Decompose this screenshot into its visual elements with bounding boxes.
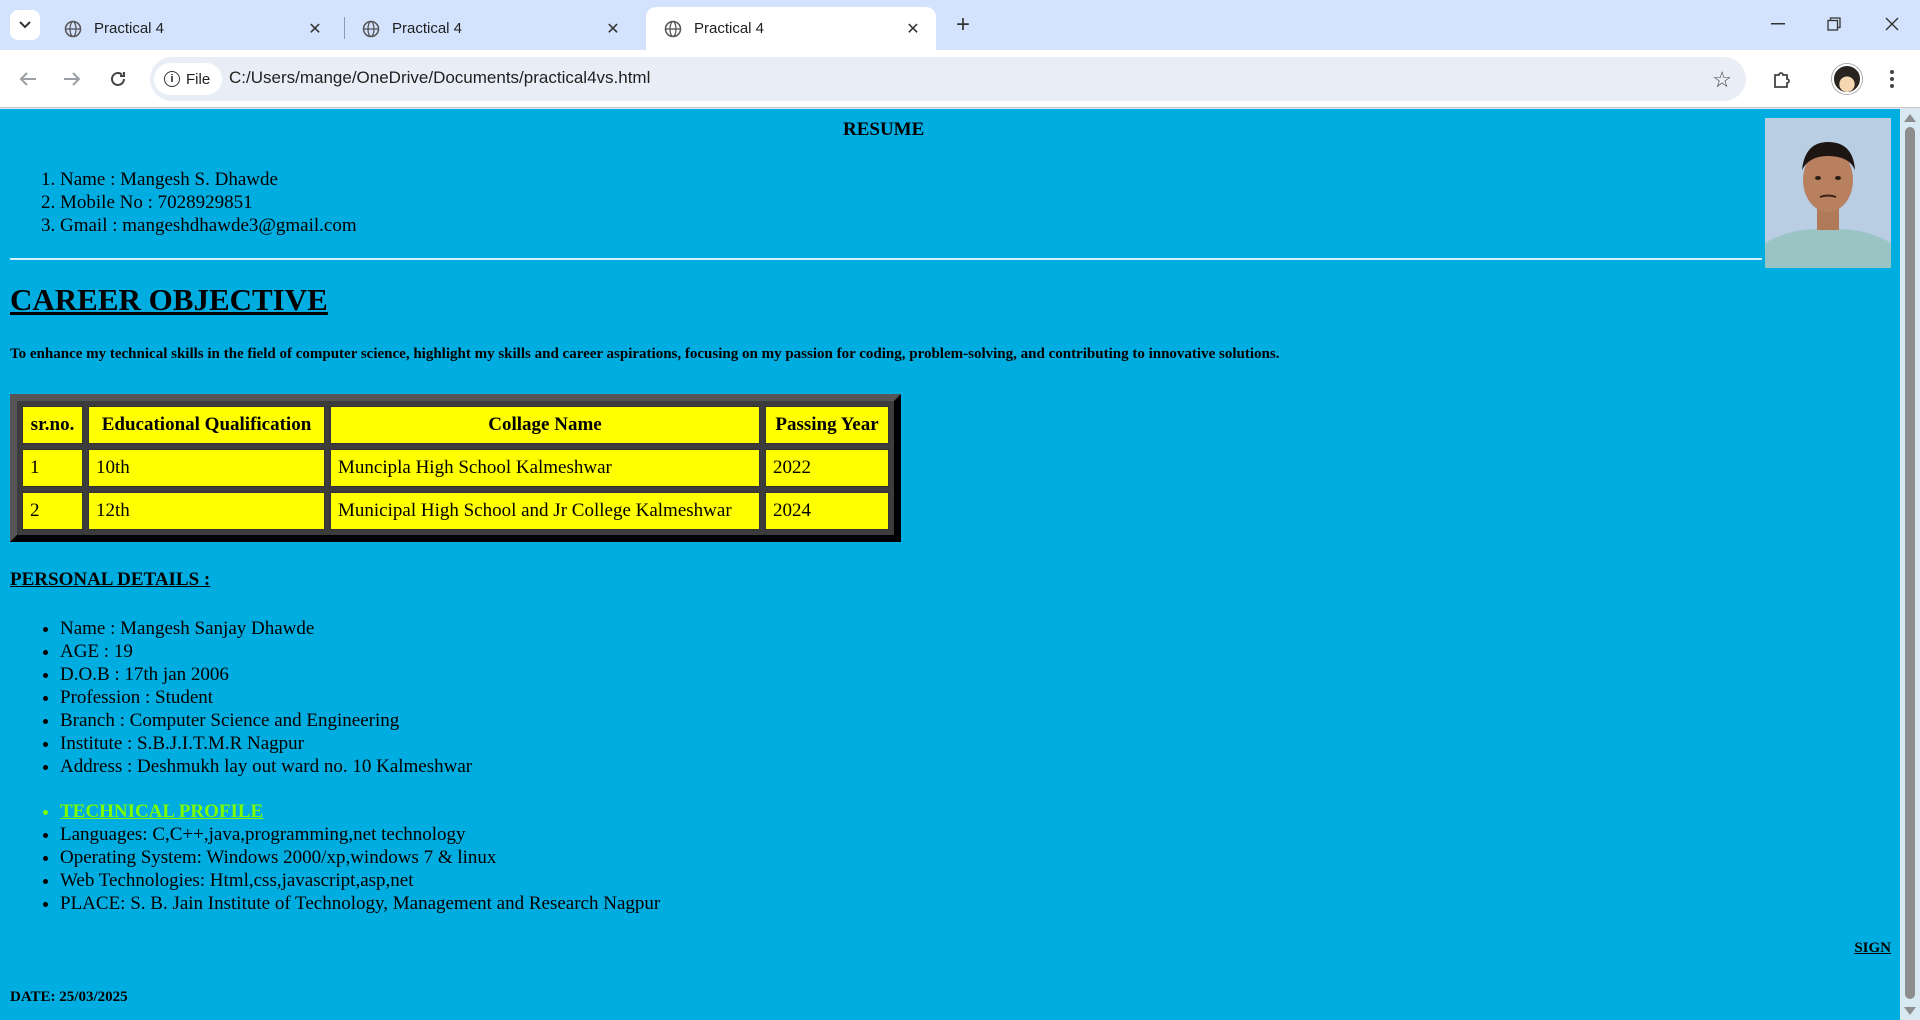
- url-text[interactable]: C:/Users/mange/OneDrive/Documents/practi…: [229, 68, 650, 88]
- extensions-button[interactable]: [1766, 63, 1798, 95]
- globe-icon: [64, 20, 82, 37]
- new-tab-button[interactable]: +: [948, 10, 978, 40]
- tab-title: Practical 4: [392, 20, 463, 37]
- table-cell: 2022: [765, 449, 889, 487]
- table-row: 2 12th Municipal High School and Jr Coll…: [22, 492, 889, 530]
- tab-practical-4-first[interactable]: Practical 4 ✕: [46, 7, 338, 50]
- site-info-chip[interactable]: i File: [154, 63, 223, 95]
- person-portrait-icon: [1765, 118, 1891, 268]
- technical-profile-heading: TECHNICAL PROFILE: [60, 800, 660, 823]
- list-item: D.O.B : 17th jan 2006: [60, 663, 472, 686]
- table-cell: 2: [22, 492, 83, 530]
- page-viewport: RESUME Name : Mangesh S. Dhawde Mobile N…: [0, 109, 1920, 1020]
- page-title: RESUME: [843, 119, 925, 140]
- header-cell-srno: sr.no.: [22, 406, 83, 444]
- vertical-scrollbar[interactable]: [1900, 109, 1920, 1020]
- career-objective-heading: CAREER OBJECTIVE: [10, 282, 328, 317]
- header-cell-passing-year: Passing Year: [765, 406, 889, 444]
- tab-practical-4-active[interactable]: Practical 4 ✕: [646, 7, 936, 50]
- minimize-icon: [1771, 23, 1785, 25]
- chevron-down-icon: [19, 21, 31, 29]
- back-button[interactable]: [12, 63, 44, 95]
- list-item: Branch : Computer Science and Engineerin…: [60, 709, 472, 732]
- list-item: PLACE: S. B. Jain Institute of Technolog…: [60, 892, 660, 915]
- list-item: Languages: C,C++,java,programming,net te…: [60, 823, 660, 846]
- list-item: Profession : Student: [60, 686, 472, 709]
- globe-icon: [362, 20, 380, 37]
- close-icon: [1885, 17, 1899, 31]
- table-header-row: sr.no. Educational Qualification Collage…: [22, 406, 889, 444]
- list-item: Institute : S.B.J.I.T.M.R Nagpur: [60, 732, 472, 755]
- list-item: Address : Deshmukh lay out ward no. 10 K…: [60, 755, 472, 778]
- profile-photo: [1765, 118, 1891, 268]
- contact-name: Name : Mangesh S. Dhawde: [60, 168, 357, 191]
- scroll-up-arrow-icon[interactable]: [1904, 114, 1916, 122]
- contact-mobile: Mobile No : 7028929851: [60, 191, 357, 214]
- tab-practical-4-second[interactable]: Practical 4 ✕: [344, 7, 636, 50]
- tab-search-button[interactable]: [10, 10, 40, 40]
- list-item: AGE : 19: [60, 640, 472, 663]
- education-table: sr.no. Educational Qualification Collage…: [10, 394, 901, 542]
- browser-toolbar: i File C:/Users/mange/OneDrive/Documents…: [0, 50, 1920, 108]
- address-bar[interactable]: i File C:/Users/mange/OneDrive/Documents…: [150, 57, 1746, 101]
- sign-label: SIGN: [1854, 940, 1891, 956]
- tab-strip: Practical 4 ✕ Practical 4 ✕ Practical 4 …: [0, 0, 1920, 50]
- table-cell: 2024: [765, 492, 889, 530]
- close-window-button[interactable]: [1864, 0, 1920, 48]
- header-cell-collage-name: Collage Name: [330, 406, 760, 444]
- dot-icon: [1890, 84, 1894, 88]
- restore-icon: [1827, 17, 1841, 31]
- reload-button[interactable]: [102, 63, 134, 95]
- header-cell-qualification: Educational Qualification: [88, 406, 325, 444]
- list-item: Name : Mangesh Sanjay Dhawde: [60, 617, 472, 640]
- contact-list: Name : Mangesh S. Dhawde Mobile No : 702…: [60, 168, 357, 237]
- dot-icon: [1890, 77, 1894, 81]
- personal-details-list: Name : Mangesh Sanjay Dhawde AGE : 19 D.…: [60, 617, 472, 778]
- scroll-down-arrow-icon[interactable]: [1904, 1007, 1916, 1015]
- reload-icon: [111, 71, 125, 86]
- profile-avatar[interactable]: [1832, 64, 1862, 94]
- technical-profile-list: TECHNICAL PROFILE Languages: C,C++,java,…: [60, 800, 660, 915]
- dot-icon: [1890, 70, 1894, 74]
- list-item: Web Technologies: Html,css,javascript,as…: [60, 869, 660, 892]
- minimize-button[interactable]: [1750, 0, 1806, 48]
- table-cell: Muncipla High School Kalmeshwar: [330, 449, 760, 487]
- tab-title: Practical 4: [94, 20, 165, 37]
- table-cell: 10th: [88, 449, 325, 487]
- info-icon: i: [164, 71, 180, 87]
- back-arrow-icon: [19, 72, 36, 86]
- restore-button[interactable]: [1806, 0, 1862, 48]
- close-icon[interactable]: ✕: [602, 18, 624, 40]
- date-label: DATE: 25/03/2025: [10, 989, 128, 1005]
- horizontal-divider: [10, 258, 1762, 260]
- table-row: 1 10th Muncipla High School Kalmeshwar 2…: [22, 449, 889, 487]
- close-icon[interactable]: ✕: [304, 18, 326, 40]
- browser-menu-button[interactable]: [1880, 63, 1904, 95]
- scrollbar-thumb[interactable]: [1905, 127, 1915, 999]
- site-info-label: File: [186, 70, 211, 88]
- forward-button[interactable]: [56, 63, 88, 95]
- bookmark-star-icon[interactable]: ☆: [1712, 67, 1732, 93]
- personal-details-heading: PERSONAL DETAILS :: [10, 569, 211, 590]
- plus-icon: +: [955, 11, 970, 38]
- list-item: Operating System: Windows 2000/xp,window…: [60, 846, 660, 869]
- close-icon[interactable]: ✕: [902, 18, 924, 40]
- table-cell: 1: [22, 449, 83, 487]
- table-cell: Municipal High School and Jr College Kal…: [330, 492, 760, 530]
- career-objective-text: To enhance my technical skills in the fi…: [10, 346, 1280, 362]
- forward-arrow-icon: [64, 72, 81, 86]
- tab-title: Practical 4: [694, 20, 765, 37]
- contact-gmail: Gmail : mangeshdhawde3@gmail.com: [60, 214, 357, 237]
- table-cell: 12th: [88, 492, 325, 530]
- globe-icon: [664, 20, 682, 37]
- puzzle-piece-icon: [1774, 72, 1790, 88]
